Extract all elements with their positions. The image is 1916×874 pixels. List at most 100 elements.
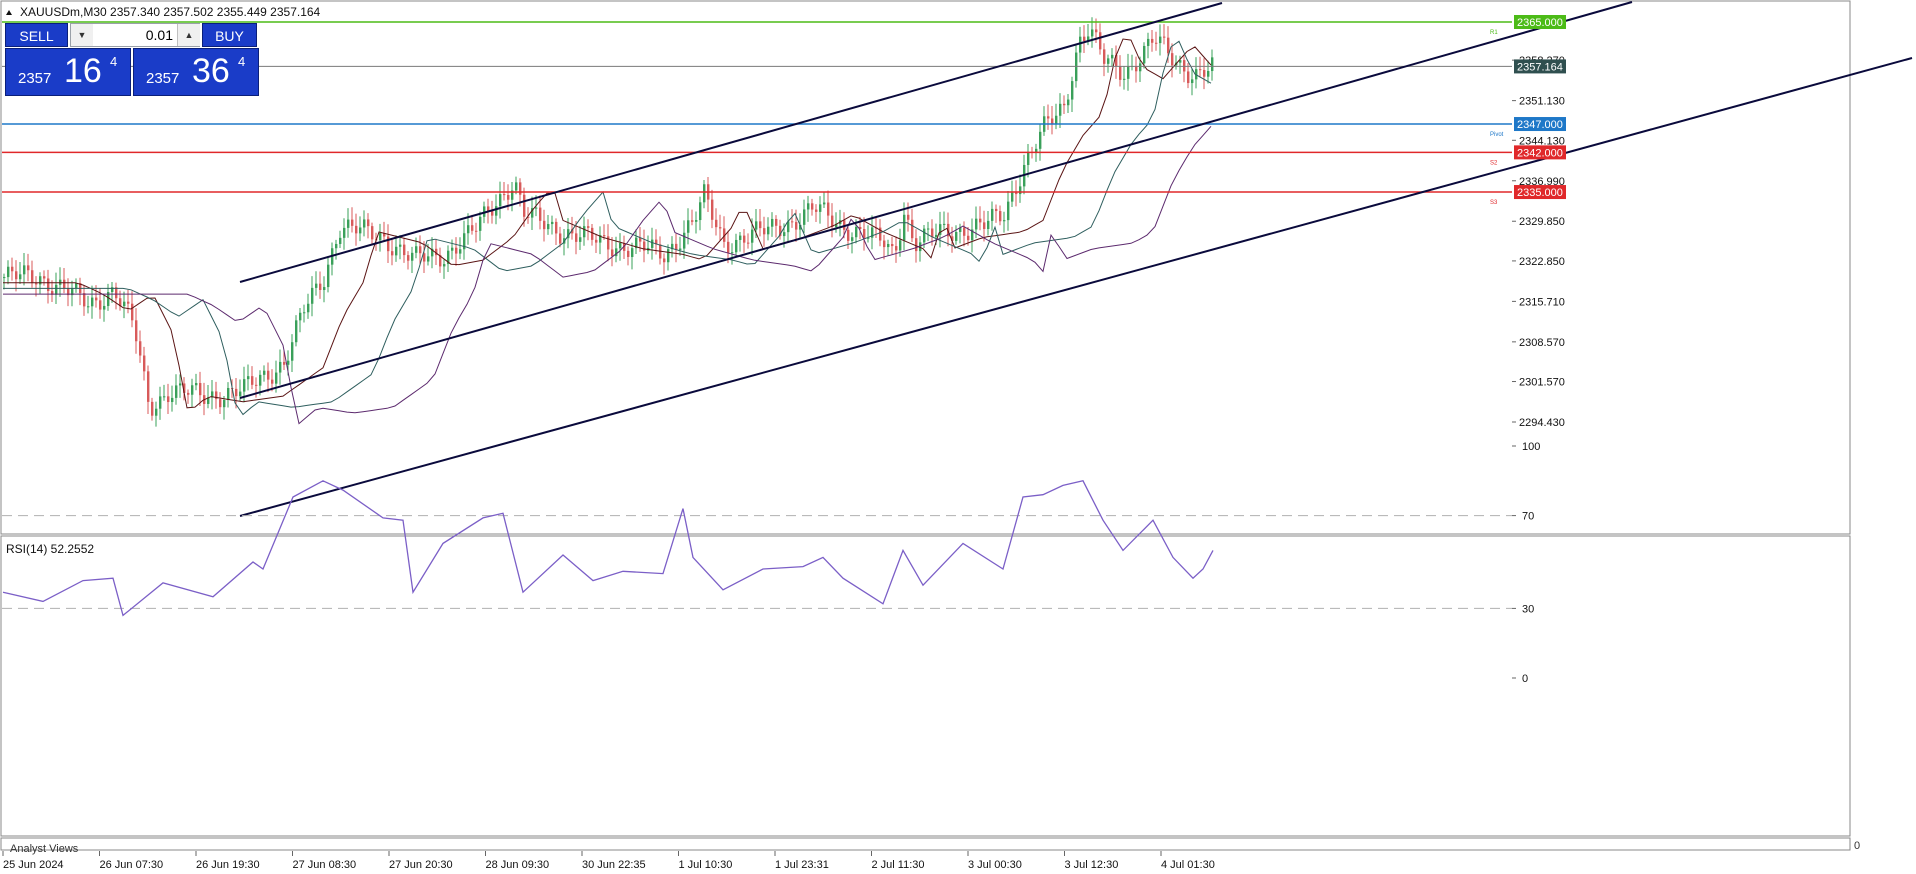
candle-body <box>755 221 758 230</box>
candle-body <box>559 233 562 244</box>
candle-body <box>91 297 94 307</box>
candle-body <box>427 256 430 262</box>
rsi-level-label: 100 <box>1522 441 1540 453</box>
candle-body <box>339 237 342 244</box>
time-label: 1 Jul 10:30 <box>679 859 733 871</box>
candle-body <box>927 228 930 230</box>
candle-body <box>975 218 978 230</box>
candle-body <box>259 374 262 386</box>
candle-body <box>299 312 302 321</box>
candle-body <box>247 376 250 380</box>
candle-body <box>303 312 306 314</box>
candle-body <box>699 202 702 221</box>
candle-body <box>719 227 722 229</box>
candle-body <box>619 243 622 249</box>
time-label: 1 Jul 23:31 <box>775 859 829 871</box>
candle-body <box>391 251 394 256</box>
sell-price-display[interactable]: 2357 16 4 <box>5 48 131 96</box>
candle-body <box>43 276 46 279</box>
lot-decrease-icon[interactable]: ▼ <box>71 24 94 46</box>
candle-body <box>1091 29 1094 37</box>
candle-body <box>195 383 198 386</box>
candle-body <box>999 211 1002 222</box>
candle-body <box>1007 201 1010 221</box>
lot-size-input[interactable] <box>93 24 177 46</box>
candle-body <box>239 391 242 397</box>
candle-body <box>159 396 162 409</box>
sell-price-prefix: 2357 <box>18 70 52 87</box>
candle-body <box>1207 71 1210 77</box>
candle-body <box>243 379 246 392</box>
candle-body <box>915 238 918 252</box>
candle-body <box>175 385 178 398</box>
candle-body <box>459 249 462 254</box>
candle-body <box>307 303 310 313</box>
price-tick-label: 2351.130 <box>1519 96 1565 108</box>
candle-body <box>791 221 794 223</box>
candle-body <box>1067 99 1070 106</box>
rsi-level-label: 30 <box>1522 603 1534 615</box>
candle-body <box>535 207 538 209</box>
candle-body <box>351 219 354 226</box>
candle-body <box>1059 103 1062 116</box>
candle-body <box>1155 42 1158 44</box>
candle-body <box>491 211 494 216</box>
candle-body <box>771 218 774 227</box>
price-tick-label: 2322.850 <box>1519 256 1565 268</box>
candle-body <box>983 222 986 230</box>
candle-body <box>95 297 98 301</box>
candle-body <box>279 361 282 373</box>
candle-body <box>223 400 226 408</box>
price-tick-label: 2301.570 <box>1519 377 1565 389</box>
buy-price-display[interactable]: 2357 36 4 <box>133 48 259 96</box>
time-label: 4 Jul 01:30 <box>1161 859 1215 871</box>
candle-body <box>1011 192 1014 202</box>
candle-body <box>1055 115 1058 124</box>
candle-body <box>687 220 690 233</box>
candle-body <box>219 399 222 408</box>
candle-body <box>883 240 886 248</box>
candle-body <box>135 320 138 342</box>
buy-price-fraction: 4 <box>238 54 246 69</box>
candle-body <box>731 252 734 254</box>
price-tick-label: 2329.850 <box>1519 216 1565 228</box>
time-label: 26 Jun 19:30 <box>196 859 260 871</box>
candle-body <box>171 397 174 403</box>
candle-body <box>1063 103 1066 106</box>
candle-body <box>99 300 102 310</box>
candle-body <box>3 277 6 279</box>
candle-body <box>1039 131 1042 149</box>
level-price-label: 2342.000 <box>1517 147 1563 159</box>
price-tick-label: 2315.710 <box>1519 296 1565 308</box>
candle-body <box>311 287 314 304</box>
sell-price-main: 16 <box>64 52 102 90</box>
candle-body <box>627 250 630 257</box>
candle-body <box>587 226 590 228</box>
candle-body <box>815 209 818 212</box>
lot-increase-icon[interactable]: ▲ <box>177 24 200 46</box>
candle-body <box>1123 78 1126 80</box>
candle-body <box>143 355 146 372</box>
candle-body <box>1139 63 1142 72</box>
candle-body <box>551 221 554 225</box>
candle-body <box>27 265 30 271</box>
candle-body <box>87 306 90 308</box>
candle-body <box>747 242 750 244</box>
candle-body <box>711 199 714 220</box>
buy-button[interactable]: BUY <box>202 23 257 47</box>
level-tag: S3 <box>1490 200 1498 206</box>
candle-body <box>163 396 166 398</box>
candle-body <box>1015 192 1018 195</box>
sell-button[interactable]: SELL <box>5 23 68 47</box>
candle-body <box>1035 148 1038 152</box>
candle-body <box>651 239 654 248</box>
candle-body <box>371 226 374 240</box>
candle-body <box>123 301 126 307</box>
price-tick-label: 2294.430 <box>1519 417 1565 429</box>
candle-body <box>1027 151 1030 165</box>
rsi-level-label: 70 <box>1522 511 1534 523</box>
candle-body <box>287 360 290 365</box>
chart-window[interactable]: R1PivotS2S3 2358.2702351.1302344.1302336… <box>0 0 1916 874</box>
level-price-label: 2335.000 <box>1517 187 1563 199</box>
candle-body <box>783 232 786 237</box>
